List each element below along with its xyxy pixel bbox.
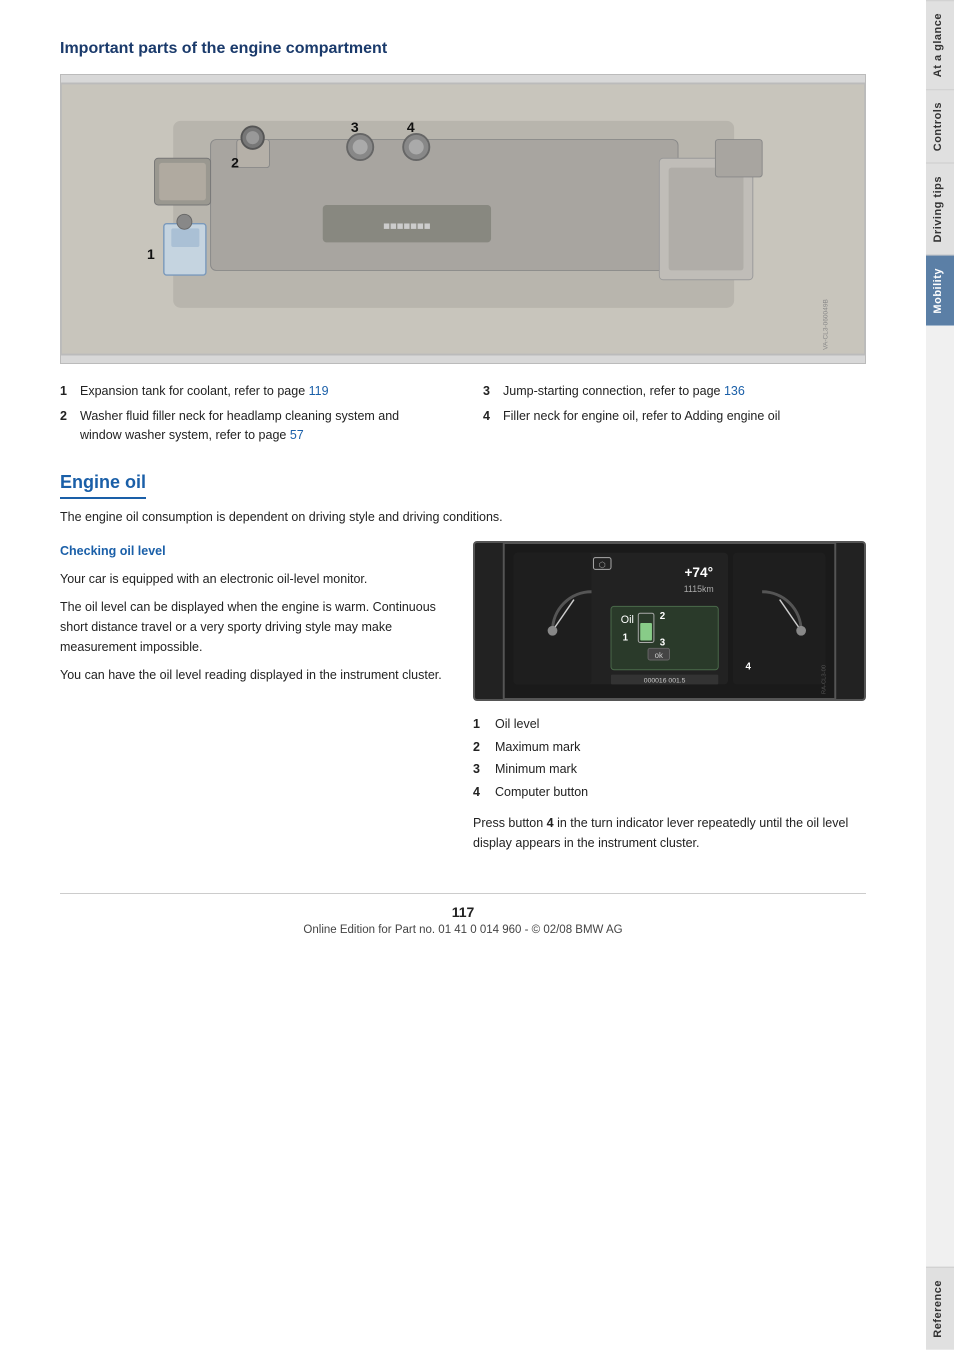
engine-compartment-image: ■■■■■■■: [60, 74, 866, 364]
svg-text:+74°: +74°: [684, 565, 713, 580]
oil-para-2: The oil level can be displayed when the …: [60, 597, 453, 657]
part-num-4: 4: [483, 407, 497, 426]
engine-oil-title: Engine oil: [60, 472, 146, 499]
tab-controls[interactable]: Controls: [926, 89, 954, 163]
oil-label-4: 4 Computer button: [473, 781, 866, 804]
part-num-2: 2: [60, 407, 74, 426]
svg-text:3: 3: [660, 638, 666, 649]
oil-label-2: 2 Maximum mark: [473, 736, 866, 759]
tab-at-a-glance[interactable]: At a glance: [926, 0, 954, 89]
oil-para-1: Your car is equipped with an electronic …: [60, 569, 453, 589]
svg-text:3: 3: [351, 119, 359, 135]
main-content: Important parts of the engine compartmen…: [60, 40, 866, 936]
sidebar-tabs: At a glance Controls Driving tips Mobili…: [926, 0, 954, 1350]
svg-text:RA-CL3-00: RA-CL3-00: [822, 664, 828, 694]
parts-list-item-2: 2 Washer fluid filler neck for headlamp …: [60, 407, 443, 445]
oil-right-column: ⬡ +74° 1115km Oil 1 2: [473, 541, 866, 853]
page-wrapper: At a glance Controls Driving tips Mobili…: [0, 0, 954, 1350]
oil-label-1: 1 Oil level: [473, 713, 866, 736]
page-number: 117: [60, 904, 866, 920]
svg-text:1115km: 1115km: [684, 584, 714, 594]
parts-list-item-1: 1 Expansion tank for coolant, refer to p…: [60, 382, 443, 401]
engine-oil-intro: The engine oil consumption is dependent …: [60, 507, 866, 527]
svg-text:2: 2: [660, 611, 666, 622]
tab-driving-tips[interactable]: Driving tips: [926, 163, 954, 255]
parts-list-item-4: 4 Filler neck for engine oil, refer to A…: [483, 407, 866, 445]
svg-text:■■■■■■■: ■■■■■■■: [383, 220, 431, 232]
page-footer: 117 Online Edition for Part no. 01 41 0 …: [60, 893, 866, 936]
part-text-2: Washer fluid filler neck for headlamp cl…: [80, 407, 443, 445]
engine-compartment-title: Important parts of the engine compartmen…: [60, 40, 866, 58]
svg-text:1: 1: [623, 633, 629, 644]
oil-para-3: You can have the oil level reading displ…: [60, 665, 453, 685]
svg-text:⬡: ⬡: [599, 561, 606, 570]
part-text-1: Expansion tank for coolant, refer to pag…: [80, 382, 329, 401]
svg-text:4: 4: [746, 662, 752, 673]
checking-oil-level-heading: Checking oil level: [60, 541, 453, 561]
svg-text:4: 4: [407, 119, 415, 135]
part-num-1: 1: [60, 382, 74, 401]
part-text-4: Filler neck for engine oil, refer to Add…: [503, 407, 780, 426]
svg-text:VA-CL3-060049B: VA-CL3-060049B: [823, 299, 830, 350]
tab-spacer: [926, 326, 954, 1268]
svg-text:1: 1: [147, 246, 155, 262]
svg-text:000016 001.5: 000016 001.5: [644, 678, 686, 685]
tab-reference[interactable]: Reference: [926, 1267, 954, 1350]
oil-left-column: Checking oil level Your car is equipped …: [60, 541, 453, 853]
svg-text:Oil: Oil: [621, 614, 634, 626]
instrument-cluster-image: ⬡ +74° 1115km Oil 1 2: [473, 541, 866, 701]
parts-list-item-3: 3 Jump-starting connection, refer to pag…: [483, 382, 866, 401]
footer-text: Online Edition for Part no. 01 41 0 014 …: [303, 924, 622, 936]
svg-text:ok: ok: [655, 651, 663, 660]
oil-label-3: 3 Minimum mark: [473, 758, 866, 781]
tab-mobility[interactable]: Mobility: [926, 255, 954, 326]
parts-list: 1 Expansion tank for coolant, refer to p…: [60, 382, 866, 444]
oil-section: Checking oil level Your car is equipped …: [60, 541, 866, 853]
press-button-text: Press button 4 in the turn indicator lev…: [473, 813, 866, 853]
part-text-3: Jump-starting connection, refer to page …: [503, 382, 745, 401]
svg-text:2: 2: [231, 155, 239, 171]
oil-labels-list: 1 Oil level 2 Maximum mark 3 Minimum mar…: [473, 713, 866, 803]
part-num-3: 3: [483, 382, 497, 401]
